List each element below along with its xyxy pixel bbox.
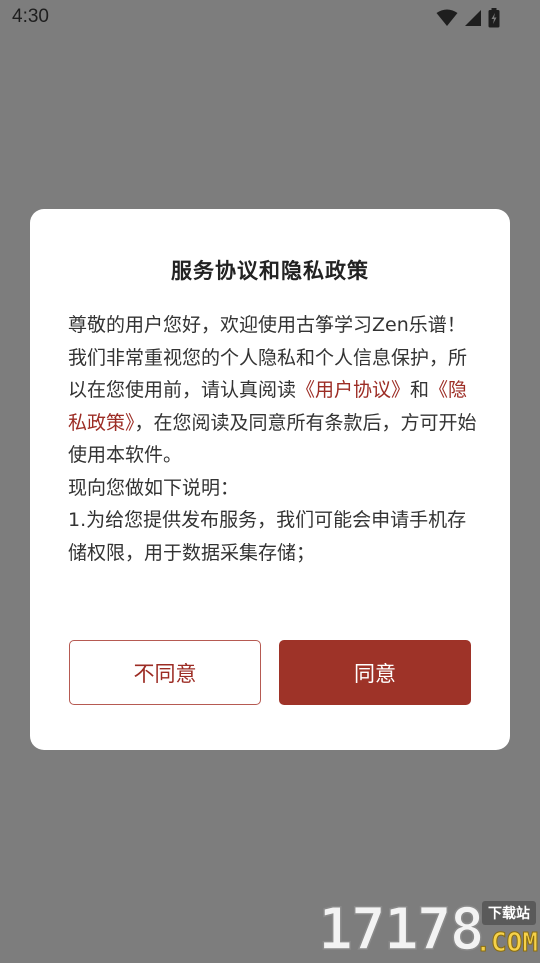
watermark-domain: .COM [475, 928, 539, 959]
battery-icon [488, 8, 500, 28]
privacy-dialog: 服务协议和隐私政策 尊敬的用户您好，欢迎使用古筝学习Zen乐谱！我们非常重视您的… [30, 209, 510, 750]
dialog-paragraph-intro: 尊敬的用户您好，欢迎使用古筝学习Zen乐谱！我们非常重视您的个人隐私和个人信息保… [68, 309, 480, 472]
status-bar: 4:30 [0, 0, 540, 36]
agree-button[interactable]: 同意 [279, 640, 471, 705]
dialog-title: 服务协议和隐私政策 [171, 259, 369, 283]
dialog-body[interactable]: 尊敬的用户您好，欢迎使用古筝学习Zen乐谱！我们非常重视您的个人隐私和个人信息保… [68, 309, 480, 605]
watermark-number: 17178 [317, 895, 485, 963]
status-icons [436, 8, 500, 28]
watermark-logo: 17178 下载站 .COM [314, 895, 540, 963]
disagree-button[interactable]: 不同意 [69, 640, 261, 705]
status-time: 4:30 [12, 6, 49, 27]
dialog-paragraph-storage: 1.为给您提供发布服务，我们可能会申请手机存储权限，用于数据采集存储； [68, 509, 467, 564]
wifi-icon [436, 9, 458, 27]
and-text: 和 [410, 379, 430, 401]
watermark-site-label: 下载站 [482, 901, 536, 925]
signal-icon [464, 9, 482, 27]
dialog-paragraph-explain: 现向您做如下说明： [68, 476, 240, 499]
user-agreement-link[interactable]: 《用户协议》 [296, 379, 410, 401]
